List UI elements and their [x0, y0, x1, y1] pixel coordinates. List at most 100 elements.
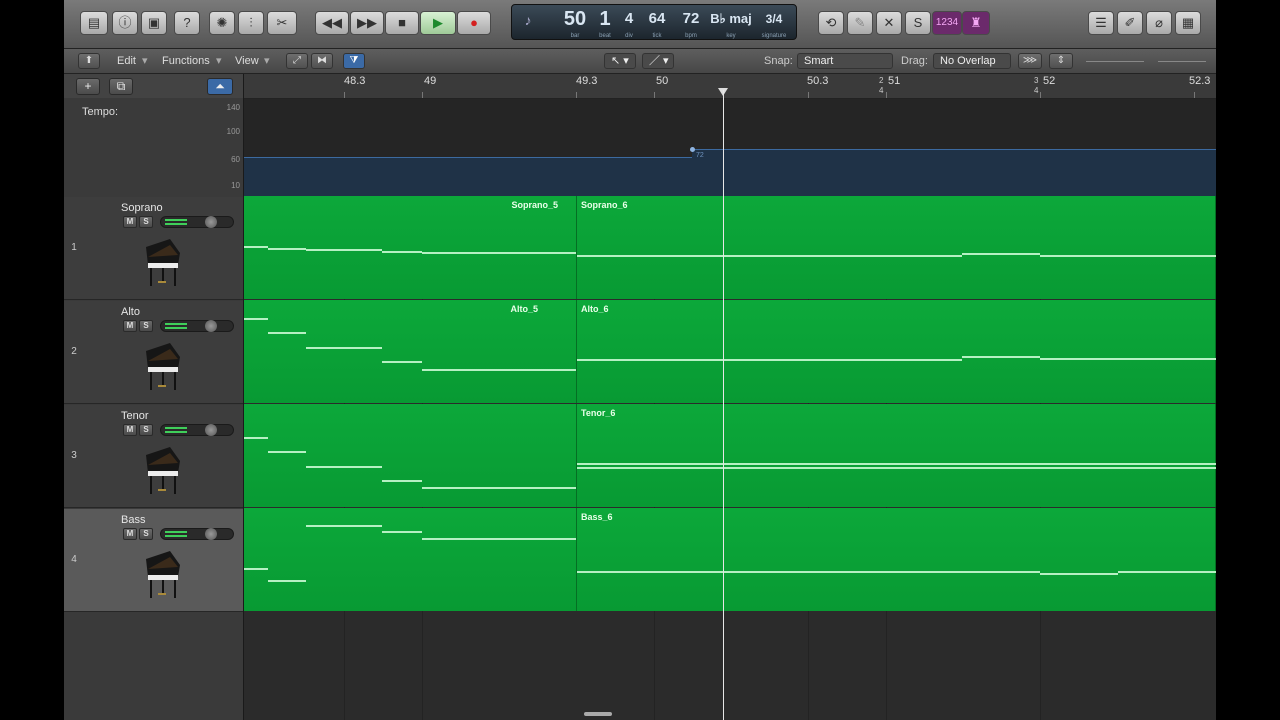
midi-note	[306, 466, 382, 468]
grand-piano-icon	[146, 447, 180, 494]
count-in-button[interactable]: 1234	[932, 11, 962, 35]
volume-slider[interactable]	[160, 320, 234, 332]
mixer-icon[interactable]: ⫶	[238, 11, 264, 35]
info-icon[interactable]: ⓘ	[112, 11, 138, 35]
track-name[interactable]: Bass	[121, 514, 145, 526]
track-header-alto[interactable]: 2 Alto M S	[64, 301, 243, 404]
tracks-area[interactable]: Soprano_5 Soprano_6 Alto_5 Alto_6 Tenor_…	[244, 196, 1216, 720]
track-name[interactable]: Tenor	[121, 410, 149, 422]
solo-button[interactable]: S	[139, 424, 153, 436]
view-menu[interactable]: View	[235, 49, 259, 73]
tempo-curve-segment[interactable]	[692, 149, 1216, 196]
add-track-icon[interactable]: +	[76, 78, 100, 95]
midi-note	[382, 361, 422, 363]
replace-icon[interactable]: ✕	[876, 11, 902, 35]
tempo-curve-segment[interactable]	[244, 157, 692, 196]
metronome-icon[interactable]: ♜	[962, 11, 990, 35]
drag-mode-select[interactable]: No Overlap	[933, 53, 1011, 69]
solo-button[interactable]: S	[139, 320, 153, 332]
volume-slider[interactable]	[160, 424, 234, 436]
mute-button[interactable]: M	[123, 424, 137, 436]
play-icon[interactable]: ▶	[420, 11, 456, 35]
pencil-tool-select[interactable]: ／ ▾	[642, 53, 674, 69]
mute-button[interactable]: M	[123, 528, 137, 540]
volume-knob[interactable]	[205, 320, 217, 332]
ruler-tick	[422, 92, 423, 98]
mute-button[interactable]: M	[123, 216, 137, 228]
list-editors-icon[interactable]: ☰	[1088, 11, 1114, 35]
snap-select[interactable]: Smart	[797, 53, 893, 69]
track-lane-tenor: Tenor_6	[244, 404, 1216, 507]
up-arrow-icon[interactable]: ⬆	[78, 53, 100, 69]
tempo-track[interactable]: 72	[244, 99, 1216, 196]
playhead[interactable]	[723, 90, 724, 720]
lcd-bar: 50	[563, 8, 587, 30]
midi-region[interactable]	[244, 508, 577, 611]
lcd-display[interactable]: ♪ 50 bar 1 beat 4 div 64 tick 72 bpm B♭ maj ke…	[511, 4, 797, 40]
stop-icon[interactable]: ■	[385, 11, 419, 35]
midi-region[interactable]: Alto_6	[577, 300, 1216, 403]
waveform-zoom-icon[interactable]: ⋙	[1018, 53, 1042, 69]
midi-region[interactable]: Soprano_5	[244, 196, 577, 299]
record-icon[interactable]: ●	[457, 11, 491, 35]
library-icon[interactable]: ▤	[80, 11, 108, 35]
horizontal-scrollbar[interactable]	[584, 712, 612, 716]
tempo-node[interactable]	[690, 147, 695, 152]
volume-slider[interactable]	[160, 216, 234, 228]
volume-slider[interactable]	[160, 528, 234, 540]
lcd-signature[interactable]: 3/4	[756, 7, 792, 31]
vertical-zoom-slider[interactable]	[1086, 61, 1144, 62]
midi-note	[577, 463, 1216, 465]
track-name[interactable]: Soprano	[121, 202, 163, 214]
track-header-tenor[interactable]: 3 Tenor M S	[64, 405, 243, 508]
solo-button[interactable]: S	[139, 528, 153, 540]
editors-icon[interactable]: ✂	[267, 11, 297, 35]
track-header-bass[interactable]: 4 Bass M S	[64, 509, 243, 612]
bar-number: 48.3	[344, 75, 366, 87]
smart-controls-icon[interactable]: ▣	[141, 11, 167, 35]
fit-vertical-icon[interactable]: ⇕	[1049, 53, 1073, 69]
lcd-key[interactable]: B♭ maj	[710, 7, 752, 31]
midi-region[interactable]: Bass_6	[577, 508, 1216, 611]
volume-knob[interactable]	[205, 216, 217, 228]
help-icon[interactable]: ?	[174, 11, 200, 35]
track-lane-alto: Alto_5 Alto_6	[244, 300, 1216, 403]
midi-region[interactable]	[244, 404, 577, 507]
mute-button[interactable]: M	[123, 320, 137, 332]
track-name[interactable]: Alto	[121, 306, 140, 318]
midi-in-icon[interactable]: ⤢	[286, 53, 308, 69]
tempo-scale-100: 100	[226, 127, 240, 136]
toolbar-icon[interactable]: ✺	[209, 11, 235, 35]
flex-icon[interactable]: ⧩	[343, 53, 365, 69]
browsers-icon[interactable]: ▦	[1175, 11, 1201, 35]
autopunch-icon[interactable]: ✎	[847, 11, 873, 35]
solo-icon[interactable]: S	[905, 11, 931, 35]
ruler-tick	[1040, 92, 1041, 98]
midi-note	[268, 248, 306, 250]
lcd-signature-label: signature	[761, 33, 787, 39]
loop-browser-icon[interactable]: ⌀	[1146, 11, 1172, 35]
solo-button[interactable]: S	[139, 216, 153, 228]
midi-region[interactable]: Tenor_6	[577, 404, 1216, 507]
cycle-icon[interactable]: ⟲	[818, 11, 844, 35]
region-name: Soprano_6	[581, 200, 628, 210]
pointer-tool-select[interactable]: ↖ ▾	[604, 53, 636, 69]
bar-ruler[interactable]: 48.3 49 49.3 50 50.3 51 52 52.3 2 4 3 4	[244, 74, 1216, 99]
new-folder-icon[interactable]: ⧉	[109, 78, 133, 95]
grand-piano-icon	[146, 239, 180, 286]
track-lane-bass: Bass_6	[244, 508, 1216, 611]
catch-icon[interactable]: ⧓	[311, 53, 333, 69]
functions-menu[interactable]: Functions	[162, 49, 210, 73]
notepad-icon[interactable]: ✐	[1117, 11, 1143, 35]
horizontal-zoom-slider[interactable]	[1158, 61, 1206, 62]
track-header-soprano[interactable]: 1 Soprano M S	[64, 197, 243, 300]
edit-menu[interactable]: Edit	[117, 49, 136, 73]
volume-knob[interactable]	[205, 424, 217, 436]
lcd-tempo[interactable]: 72	[676, 7, 706, 31]
volume-knob[interactable]	[205, 528, 217, 540]
rewind-icon[interactable]: ◀◀	[315, 11, 349, 35]
midi-region[interactable]: Alto_5	[244, 300, 577, 403]
global-tracks-icon[interactable]: ⏶	[207, 78, 233, 95]
midi-region[interactable]: Soprano_6	[577, 196, 1216, 299]
forward-icon[interactable]: ▶▶	[350, 11, 384, 35]
